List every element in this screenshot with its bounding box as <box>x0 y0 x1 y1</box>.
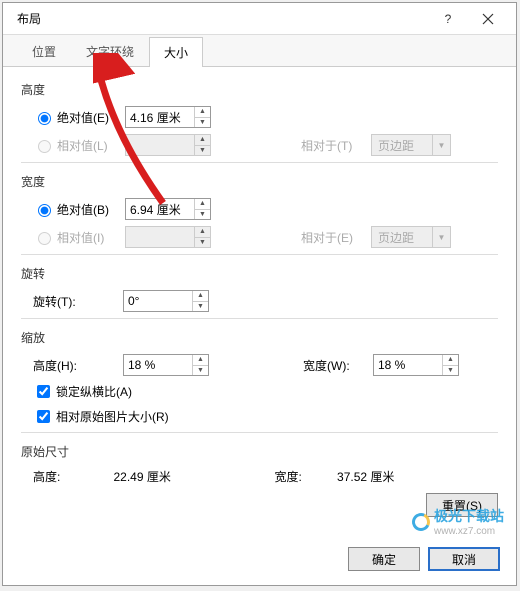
section-width-title: 宽度 <box>21 173 498 190</box>
separator <box>21 254 498 255</box>
chevron-down-icon: ▼ <box>432 227 450 247</box>
checkbox-relative-original-input[interactable] <box>37 410 50 423</box>
radio-width-relative: 相对值(I) <box>33 229 125 246</box>
help-icon: ? <box>445 12 452 26</box>
spinner-arrows[interactable]: ▲▼ <box>194 199 210 219</box>
section-height-title: 高度 <box>21 81 498 98</box>
radio-width-absolute-label: 绝对值(B) <box>57 201 109 218</box>
section-scale-title: 缩放 <box>21 329 498 346</box>
chevron-up-icon: ▲ <box>195 227 210 238</box>
radio-width-absolute[interactable]: 绝对值(B) <box>33 201 125 218</box>
tab-size[interactable]: 大小 <box>149 37 203 67</box>
height-relative-to-label: 相对于(T) <box>301 137 371 154</box>
section-original-title: 原始尺寸 <box>21 443 498 460</box>
scale-width-label: 宽度(W): <box>303 357 373 374</box>
titlebar: 布局 ? <box>3 3 516 35</box>
chevron-up-icon[interactable]: ▲ <box>443 355 458 366</box>
reset-button[interactable]: 重置(S) <box>426 493 498 517</box>
checkbox-lock-aspect-input[interactable] <box>37 385 50 398</box>
chevron-down-icon[interactable]: ▼ <box>193 366 208 376</box>
width-absolute-input[interactable] <box>126 199 194 219</box>
radio-height-relative: 相对值(L) <box>33 137 125 154</box>
scale-width-input[interactable] <box>374 355 442 375</box>
separator <box>21 432 498 433</box>
spinner-arrows: ▲▼ <box>194 227 210 247</box>
checkbox-relative-original-label: 相对原始图片大小(R) <box>56 408 169 425</box>
chevron-down-icon[interactable]: ▼ <box>195 210 210 220</box>
radio-height-absolute-input[interactable] <box>38 112 51 125</box>
height-relative-spinner: ▲▼ <box>125 134 211 156</box>
footer: 确定 取消 <box>3 537 516 585</box>
radio-height-relative-input <box>38 140 51 153</box>
chevron-up-icon[interactable]: ▲ <box>195 107 210 118</box>
chevron-down-icon: ▼ <box>432 135 450 155</box>
checkbox-relative-original[interactable]: 相对原始图片大小(R) <box>33 407 169 426</box>
chevron-up-icon[interactable]: ▲ <box>195 199 210 210</box>
tab-text-wrap[interactable]: 文字环绕 <box>71 36 149 66</box>
radio-height-absolute[interactable]: 绝对值(E) <box>33 109 125 126</box>
original-height-label: 高度: <box>33 468 113 485</box>
layout-dialog: 布局 ? 位置 文字环绕 大小 高度 绝对值(E) ▲▼ 相对值(L) <box>2 2 517 586</box>
close-button[interactable] <box>468 5 508 33</box>
radio-width-relative-input <box>38 232 51 245</box>
scale-height-input[interactable] <box>124 355 192 375</box>
separator <box>21 318 498 319</box>
chevron-up-icon[interactable]: ▲ <box>193 291 208 302</box>
spinner-arrows[interactable]: ▲▼ <box>442 355 458 375</box>
original-width-label: 宽度: <box>274 468 337 485</box>
spinner-arrows[interactable]: ▲▼ <box>192 355 208 375</box>
height-relative-input <box>126 135 194 155</box>
dialog-title: 布局 <box>11 10 428 27</box>
checkbox-lock-aspect[interactable]: 锁定纵横比(A) <box>33 382 132 401</box>
chevron-up-icon[interactable]: ▲ <box>193 355 208 366</box>
width-relative-to-label: 相对于(E) <box>301 229 371 246</box>
radio-width-relative-label: 相对值(I) <box>57 229 104 246</box>
width-absolute-spinner[interactable]: ▲▼ <box>125 198 211 220</box>
spinner-arrows[interactable]: ▲▼ <box>192 291 208 311</box>
chevron-down-icon[interactable]: ▼ <box>193 302 208 312</box>
content-area: 高度 绝对值(E) ▲▼ 相对值(L) ▲▼ 相对于(T) 页边距 <box>3 67 516 537</box>
help-button[interactable]: ? <box>428 5 468 33</box>
height-absolute-spinner[interactable]: ▲▼ <box>125 106 211 128</box>
chevron-down-icon[interactable]: ▼ <box>195 118 210 128</box>
height-absolute-input[interactable] <box>126 107 194 127</box>
height-relative-to-value: 页边距 <box>372 137 432 154</box>
tabbar: 位置 文字环绕 大小 <box>3 35 516 67</box>
ok-button[interactable]: 确定 <box>348 547 420 571</box>
width-relative-spinner: ▲▼ <box>125 226 211 248</box>
chevron-up-icon: ▲ <box>195 135 210 146</box>
height-relative-to-dropdown: 页边距 ▼ <box>371 134 451 156</box>
scale-width-spinner[interactable]: ▲▼ <box>373 354 459 376</box>
chevron-down-icon: ▼ <box>195 238 210 248</box>
radio-width-absolute-input[interactable] <box>38 204 51 217</box>
tab-position[interactable]: 位置 <box>17 36 71 66</box>
scale-height-label: 高度(H): <box>33 357 123 374</box>
width-relative-to-value: 页边距 <box>372 229 432 246</box>
radio-height-absolute-label: 绝对值(E) <box>57 109 109 126</box>
rotation-label: 旋转(T): <box>33 293 123 310</box>
chevron-down-icon: ▼ <box>195 146 210 156</box>
rotation-input[interactable] <box>124 291 192 311</box>
radio-height-relative-label: 相对值(L) <box>57 137 108 154</box>
cancel-button[interactable]: 取消 <box>428 547 500 571</box>
close-icon <box>482 13 494 25</box>
original-width-value: 37.52 厘米 <box>337 468 498 485</box>
rotation-spinner[interactable]: ▲▼ <box>123 290 209 312</box>
separator <box>21 162 498 163</box>
scale-height-spinner[interactable]: ▲▼ <box>123 354 209 376</box>
chevron-down-icon[interactable]: ▼ <box>443 366 458 376</box>
original-height-value: 22.49 厘米 <box>113 468 274 485</box>
section-rotation-title: 旋转 <box>21 265 498 282</box>
spinner-arrows: ▲▼ <box>194 135 210 155</box>
checkbox-lock-aspect-label: 锁定纵横比(A) <box>56 383 132 400</box>
width-relative-to-dropdown: 页边距 ▼ <box>371 226 451 248</box>
spinner-arrows[interactable]: ▲▼ <box>194 107 210 127</box>
width-relative-input <box>126 227 194 247</box>
